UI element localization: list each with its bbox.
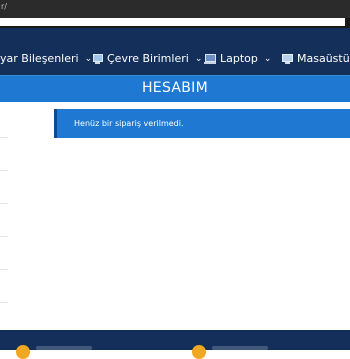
page-top-edge <box>0 18 345 26</box>
nav-item-label: Masaüstü Bi <box>297 52 350 65</box>
page-title: HESABIM <box>141 80 208 96</box>
site-footer <box>0 330 350 359</box>
sidebar-divider <box>0 170 8 171</box>
footer-text-placeholder <box>36 346 92 350</box>
chevron-down-icon: ⌄ <box>84 54 93 64</box>
sidebar-divider <box>0 236 8 237</box>
nav-item-label: yar Bileşenleri <box>0 52 79 65</box>
footer-badge-icon <box>192 345 206 359</box>
desktop-icon <box>282 53 293 65</box>
nav-item-label: Çevre Birimleri <box>107 52 189 65</box>
orders-empty-notice: Henüz bir sipariş verilmedi. <box>54 109 350 138</box>
chevron-down-icon: ⌄ <box>263 54 272 64</box>
laptop-icon <box>204 54 216 64</box>
main-navbar: yar Bileşenleri ⌄ Çevre Birimleri ⌄ Lapt… <box>0 28 350 75</box>
sidebar-divider <box>0 269 8 270</box>
peripheral-icon <box>92 54 103 64</box>
sidebar-divider <box>0 203 8 204</box>
page-title-banner: HESABIM <box>0 75 350 102</box>
nav-item-label: Laptop <box>220 52 258 65</box>
footer-badge-icon <box>16 345 30 359</box>
sidebar-divider <box>0 302 8 303</box>
address-text: r/ <box>1 2 7 11</box>
footer-text-placeholder <box>212 346 268 350</box>
nav-item-laptop[interactable]: Laptop ⌄ <box>204 52 271 66</box>
browser-toolbar-strip <box>0 18 350 28</box>
sidebar-divider <box>0 137 8 138</box>
notice-message: Henüz bir sipariş verilmedi. <box>74 119 184 128</box>
browser-address-bar[interactable]: r/ <box>0 0 350 18</box>
nav-item-components[interactable]: yar Bileşenleri ⌄ <box>0 52 92 66</box>
nav-item-peripherals[interactable]: Çevre Birimleri ⌄ <box>92 52 202 66</box>
chevron-down-icon: ⌄ <box>194 54 203 64</box>
nav-item-desktop[interactable]: Masaüstü Bi <box>282 52 350 66</box>
